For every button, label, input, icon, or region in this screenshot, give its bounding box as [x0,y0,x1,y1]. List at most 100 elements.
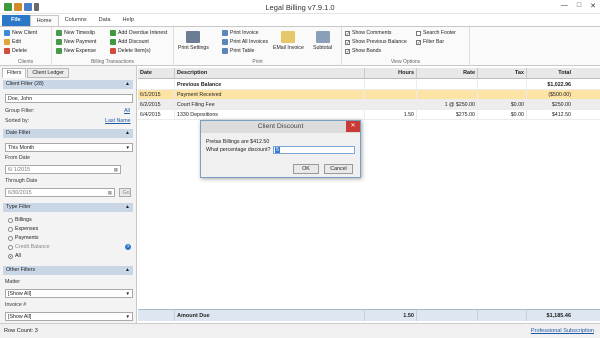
dialog-title-bar: Client Discount ✕ [201,121,360,133]
from-date-field[interactable]: 6/ 1/2015 ▦ [5,165,121,174]
date-filter-select[interactable]: This Month ▼ [5,143,133,152]
chevron-down-icon: ▼ [125,145,130,150]
minimize-button[interactable]: — [561,2,568,10]
other-filters-header[interactable]: Other Filters ▲ [3,266,133,275]
tab-columns[interactable]: Columns [59,15,93,26]
radio-billings[interactable]: Billings [8,217,32,223]
type-filter-header[interactable]: Type Filter ▲ [3,203,133,212]
new-expense-button[interactable]: New Expense [56,48,96,54]
filter-bar-checkbox[interactable]: ✓ Filter Bar [416,39,444,45]
go-button[interactable]: Go [119,188,131,197]
column-tax[interactable]: Tax [478,68,527,78]
new-client-button[interactable]: New Client [4,30,37,36]
show-previous-balance-checkbox[interactable]: ✓ Show Previous Balance [345,39,407,45]
table-row[interactable]: 6/1/2015 Payment Received ($500.00) [138,90,600,100]
ok-button[interactable]: OK [293,164,319,174]
footer-date-cell [138,310,175,321]
plus-icon [110,39,116,45]
radio-expenses[interactable]: Expenses [8,226,38,232]
show-comments-checkbox[interactable]: ✓ Show Comments [345,30,392,36]
sorted-by-link[interactable]: Last Name [105,118,131,124]
printer-icon [186,31,201,43]
client-filter-header[interactable]: Client Filter (28) ▲ [3,80,133,89]
discount-input[interactable]: 5 [273,146,355,154]
row-tax [478,80,527,89]
column-hours[interactable]: Hours [365,68,417,78]
row-total: $250.00 [551,102,571,108]
column-rate[interactable]: Rate [417,68,478,78]
maximize-button[interactable]: □ [577,2,581,10]
tab-help[interactable]: Help [116,15,140,26]
subtotal-icon [315,31,330,43]
table-row[interactable]: 6/2/2015 Court Filing Fee 1 @ $250.00 $0.00… [138,100,600,110]
column-date[interactable]: Date [138,68,175,78]
row-hours [365,100,417,109]
row-date [138,80,175,89]
tab-file[interactable]: File [2,15,30,26]
table-icon [222,48,228,54]
through-date-field[interactable]: 6/30/2015 ▦ [5,188,115,197]
print-table-button[interactable]: Print Table [222,48,254,54]
close-icon[interactable]: ✕ [346,121,360,132]
chevron-up-icon: ▲ [125,130,130,136]
group-label-billing: Billing Transactions [90,59,135,65]
dialog-question-text: What percentage discount? [206,147,271,153]
transactions-grid: Date Description Hours Rate Tax Total Pr… [138,66,600,323]
radio-circle [8,244,13,250]
email-invoice-button[interactable]: EMail Invoice [273,31,304,51]
table-row[interactable]: 6/4/2015 1330 Depositions 1.50 $275.00 $0.00… [138,110,600,120]
add-overdue-interest-button[interactable]: Add Overdue Interest [110,30,167,36]
delete-items-button[interactable]: Delete Item(s) [110,48,151,54]
chevron-up-icon: ▲ [125,204,130,210]
column-description[interactable]: Description [175,68,365,78]
add-discount-button[interactable]: Add Discount [110,39,149,45]
amount-due-label: Amount Due [175,310,365,321]
column-total[interactable]: Total [527,68,573,78]
delete-client-button[interactable]: Delete [4,48,27,54]
new-payment-button[interactable]: New Payment [56,39,96,45]
print-settings-button[interactable]: Print Settings [178,31,209,51]
radio-credit-balance[interactable]: Credit Balance [8,244,50,250]
from-date-label: From Date [5,155,31,161]
grid-footer: Amount Due 1.50 $1,185.46 [138,309,600,321]
tab-data[interactable]: Data [93,15,117,26]
date-filter-header[interactable]: Date Filter ▲ [3,129,133,138]
new-timeslip-button[interactable]: New Timeslip [56,30,95,36]
radio-payments[interactable]: Payments [8,235,39,241]
invoice-label: Invoice # [5,302,27,308]
subtotal-button[interactable]: Subtotal [313,31,332,51]
email-icon [281,31,296,43]
delete-icon [110,48,116,54]
help-icon[interactable]: ? [125,244,131,250]
matter-select[interactable]: [Show All] ▼ [5,289,133,298]
expense-icon [56,48,62,54]
subscription-link[interactable]: Professional Subscription [531,328,594,334]
row-rate [417,80,478,89]
invoice-select[interactable]: [Show All] ▼ [5,312,133,321]
dialog-billings-text: Pretax Billings are $412.50 [206,139,270,145]
delete-icon [4,48,10,54]
new-client-icon [4,30,10,36]
tab-filters[interactable]: Filters [2,68,27,78]
search-footer-checkbox[interactable]: Search Footer [416,30,456,36]
group-filter-link[interactable]: All [124,108,130,114]
row-date: 6/4/2015 [138,110,175,119]
tab-client-ledger[interactable]: Client Ledger [27,68,69,78]
radio-all[interactable]: All [8,253,21,259]
cancel-button[interactable]: Cancel [324,164,353,174]
edit-client-button[interactable]: Edit [4,39,21,45]
window-controls: — □ ✕ [561,2,596,10]
row-description: Payment Received [175,90,365,99]
table-row[interactable]: Previous Balance $1,022.96 [138,80,600,90]
show-bands-checkbox[interactable]: ✓ Show Bands [345,48,381,54]
close-button[interactable]: ✕ [590,2,596,10]
print-all-invoices-button[interactable]: Print All Invoices [222,39,268,45]
row-description: 1330 Depositions [175,110,365,119]
client-select[interactable]: Doe, John [5,94,133,103]
row-date: 6/1/2015 [138,90,175,99]
row-total: $412.50 [551,112,571,118]
print-invoice-button[interactable]: Print Invoice [222,30,259,36]
radio-circle [8,226,13,232]
row-hours [365,80,417,89]
tab-home[interactable]: Home [29,15,59,26]
